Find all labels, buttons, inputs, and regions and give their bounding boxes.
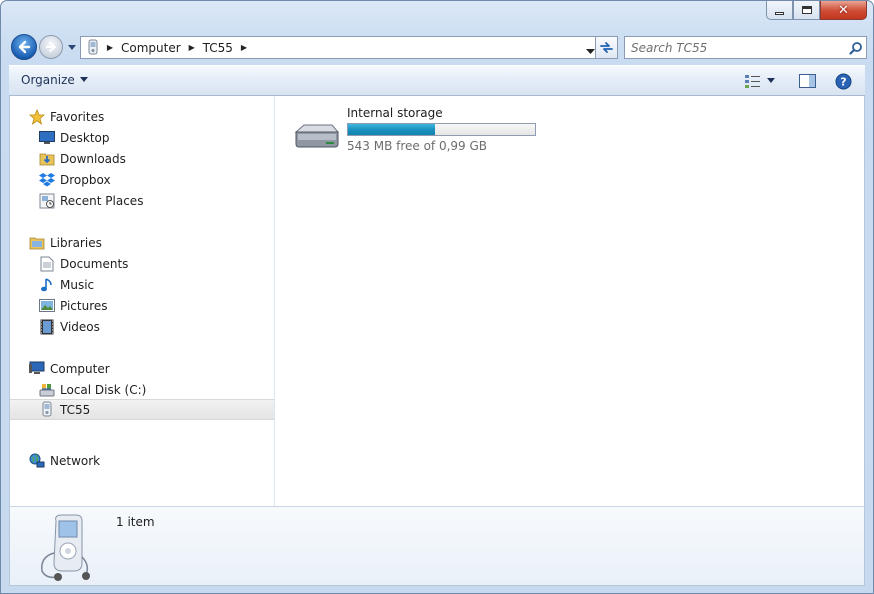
chevron-down-icon xyxy=(68,45,76,50)
preview-pane-icon xyxy=(798,74,816,88)
refresh-button[interactable] xyxy=(595,36,618,59)
address-dropdown-button[interactable] xyxy=(586,44,595,58)
nav-label: Desktop xyxy=(60,130,110,145)
nav-label: Network xyxy=(50,453,101,468)
network-icon xyxy=(28,452,46,470)
drive-free-space: 543 MB free of 0,99 GB xyxy=(347,139,488,153)
item-count: 1 item xyxy=(116,515,155,529)
search-box[interactable] xyxy=(624,36,867,59)
videos-icon xyxy=(38,318,56,336)
recent-places-icon xyxy=(38,192,56,210)
nav-label: Downloads xyxy=(60,151,126,166)
refresh-icon xyxy=(600,42,613,53)
nav-label: Libraries xyxy=(50,235,102,250)
navigation-pane: Favorites Desktop Downloads Dropbox Rece… xyxy=(10,96,275,506)
nav-label: Recent Places xyxy=(60,193,144,208)
hard-drive-icon xyxy=(292,122,340,150)
nav-item-documents[interactable]: Documents xyxy=(10,253,274,274)
back-button[interactable] xyxy=(11,34,37,60)
device-icon xyxy=(38,401,56,419)
nav-item-dropbox[interactable]: Dropbox xyxy=(10,169,274,190)
view-options-icon xyxy=(745,75,760,88)
details-pane: 1 item xyxy=(9,506,865,586)
breadcrumb-separator[interactable]: ▶ xyxy=(237,43,251,52)
nav-label: Documents xyxy=(60,256,129,271)
nav-label: Videos xyxy=(60,319,100,334)
svg-text:?: ? xyxy=(840,75,846,88)
nav-label: Favorites xyxy=(50,109,105,124)
nav-item-downloads[interactable]: Downloads xyxy=(10,148,274,169)
breadcrumb-separator[interactable]: ▶ xyxy=(103,43,117,52)
chevron-down-icon xyxy=(586,49,595,54)
nav-favorites[interactable]: Favorites xyxy=(10,106,274,127)
chevron-down-icon xyxy=(79,77,88,82)
drive-usage-fill xyxy=(348,124,435,135)
nav-item-recent-places[interactable]: Recent Places xyxy=(10,190,274,211)
nav-label: Computer xyxy=(50,361,110,376)
view-menu-button[interactable] xyxy=(765,72,777,90)
nav-item-local-disk[interactable]: Local Disk (C:) xyxy=(10,379,274,400)
nav-label: TC55 xyxy=(60,402,91,417)
maximize-icon xyxy=(801,6,812,14)
nav-item-videos[interactable]: Videos xyxy=(10,316,274,337)
back-arrow-icon xyxy=(18,40,31,54)
nav-item-tc55[interactable]: TC55 xyxy=(10,399,274,420)
recent-pages-button[interactable] xyxy=(67,41,77,51)
nav-libraries[interactable]: Libraries xyxy=(10,232,274,253)
media-player-device-icon xyxy=(36,513,96,583)
local-disk-icon xyxy=(38,381,56,399)
drive-name: Internal storage xyxy=(347,106,443,120)
help-button[interactable]: ? xyxy=(833,72,853,90)
navigation-bar: ▶ Computer ▶ TC55 ▶ xyxy=(9,32,867,62)
preview-pane-button[interactable] xyxy=(797,72,817,90)
breadcrumb-computer[interactable]: Computer xyxy=(117,41,185,55)
search-icon[interactable] xyxy=(846,38,866,58)
libraries-icon xyxy=(28,234,46,252)
computer-icon xyxy=(28,360,46,378)
downloads-icon xyxy=(38,150,56,168)
nav-label: Pictures xyxy=(60,298,108,313)
favorites-star-icon xyxy=(28,108,46,126)
documents-icon xyxy=(38,255,56,273)
desktop-icon xyxy=(38,129,56,147)
breadcrumb-separator[interactable]: ▶ xyxy=(185,43,199,52)
close-icon: ✕ xyxy=(838,2,849,18)
nav-item-music[interactable]: Music xyxy=(10,274,274,295)
nav-label: Music xyxy=(60,277,95,292)
minimize-button[interactable] xyxy=(766,1,793,20)
nav-item-desktop[interactable]: Desktop xyxy=(10,127,274,148)
explorer-window: ✕ ▶ Computer ▶ TC55 ▶ Search TC55 Organi… xyxy=(0,0,874,594)
maximize-button[interactable] xyxy=(793,1,820,20)
drive-usage-bar xyxy=(347,123,536,136)
caption-buttons: ✕ xyxy=(766,1,867,22)
forward-arrow-icon xyxy=(46,42,56,52)
help-icon: ? xyxy=(835,73,851,89)
nav-label: Dropbox xyxy=(60,172,111,187)
address-bar[interactable]: ▶ Computer ▶ TC55 ▶ xyxy=(80,36,599,59)
nav-computer[interactable]: Computer xyxy=(10,358,274,379)
nav-network[interactable]: Network xyxy=(10,450,274,471)
organize-button[interactable]: Organize xyxy=(21,73,88,87)
close-button[interactable]: ✕ xyxy=(820,1,867,20)
music-icon xyxy=(38,276,56,294)
nav-label: Local Disk (C:) xyxy=(60,382,147,397)
command-bar: Organize ? xyxy=(9,65,865,96)
minimize-icon xyxy=(775,11,784,15)
search-input[interactable] xyxy=(625,37,846,58)
content-area: Favorites Desktop Downloads Dropbox Rece… xyxy=(9,96,865,506)
organize-label: Organize xyxy=(21,73,75,87)
nav-item-pictures[interactable]: Pictures xyxy=(10,295,274,316)
dropbox-icon xyxy=(38,171,56,189)
pictures-icon xyxy=(38,297,56,315)
device-icon xyxy=(83,38,103,58)
drive-tile-internal-storage[interactable]: Internal storage 543 MB free of 0,99 GB xyxy=(292,104,542,154)
change-view-button[interactable] xyxy=(743,72,763,90)
chevron-down-icon xyxy=(767,78,775,83)
file-list-pane: Internal storage 543 MB free of 0,99 GB xyxy=(276,96,864,506)
forward-button[interactable] xyxy=(39,35,63,59)
breadcrumb-tc55[interactable]: TC55 xyxy=(199,41,237,55)
